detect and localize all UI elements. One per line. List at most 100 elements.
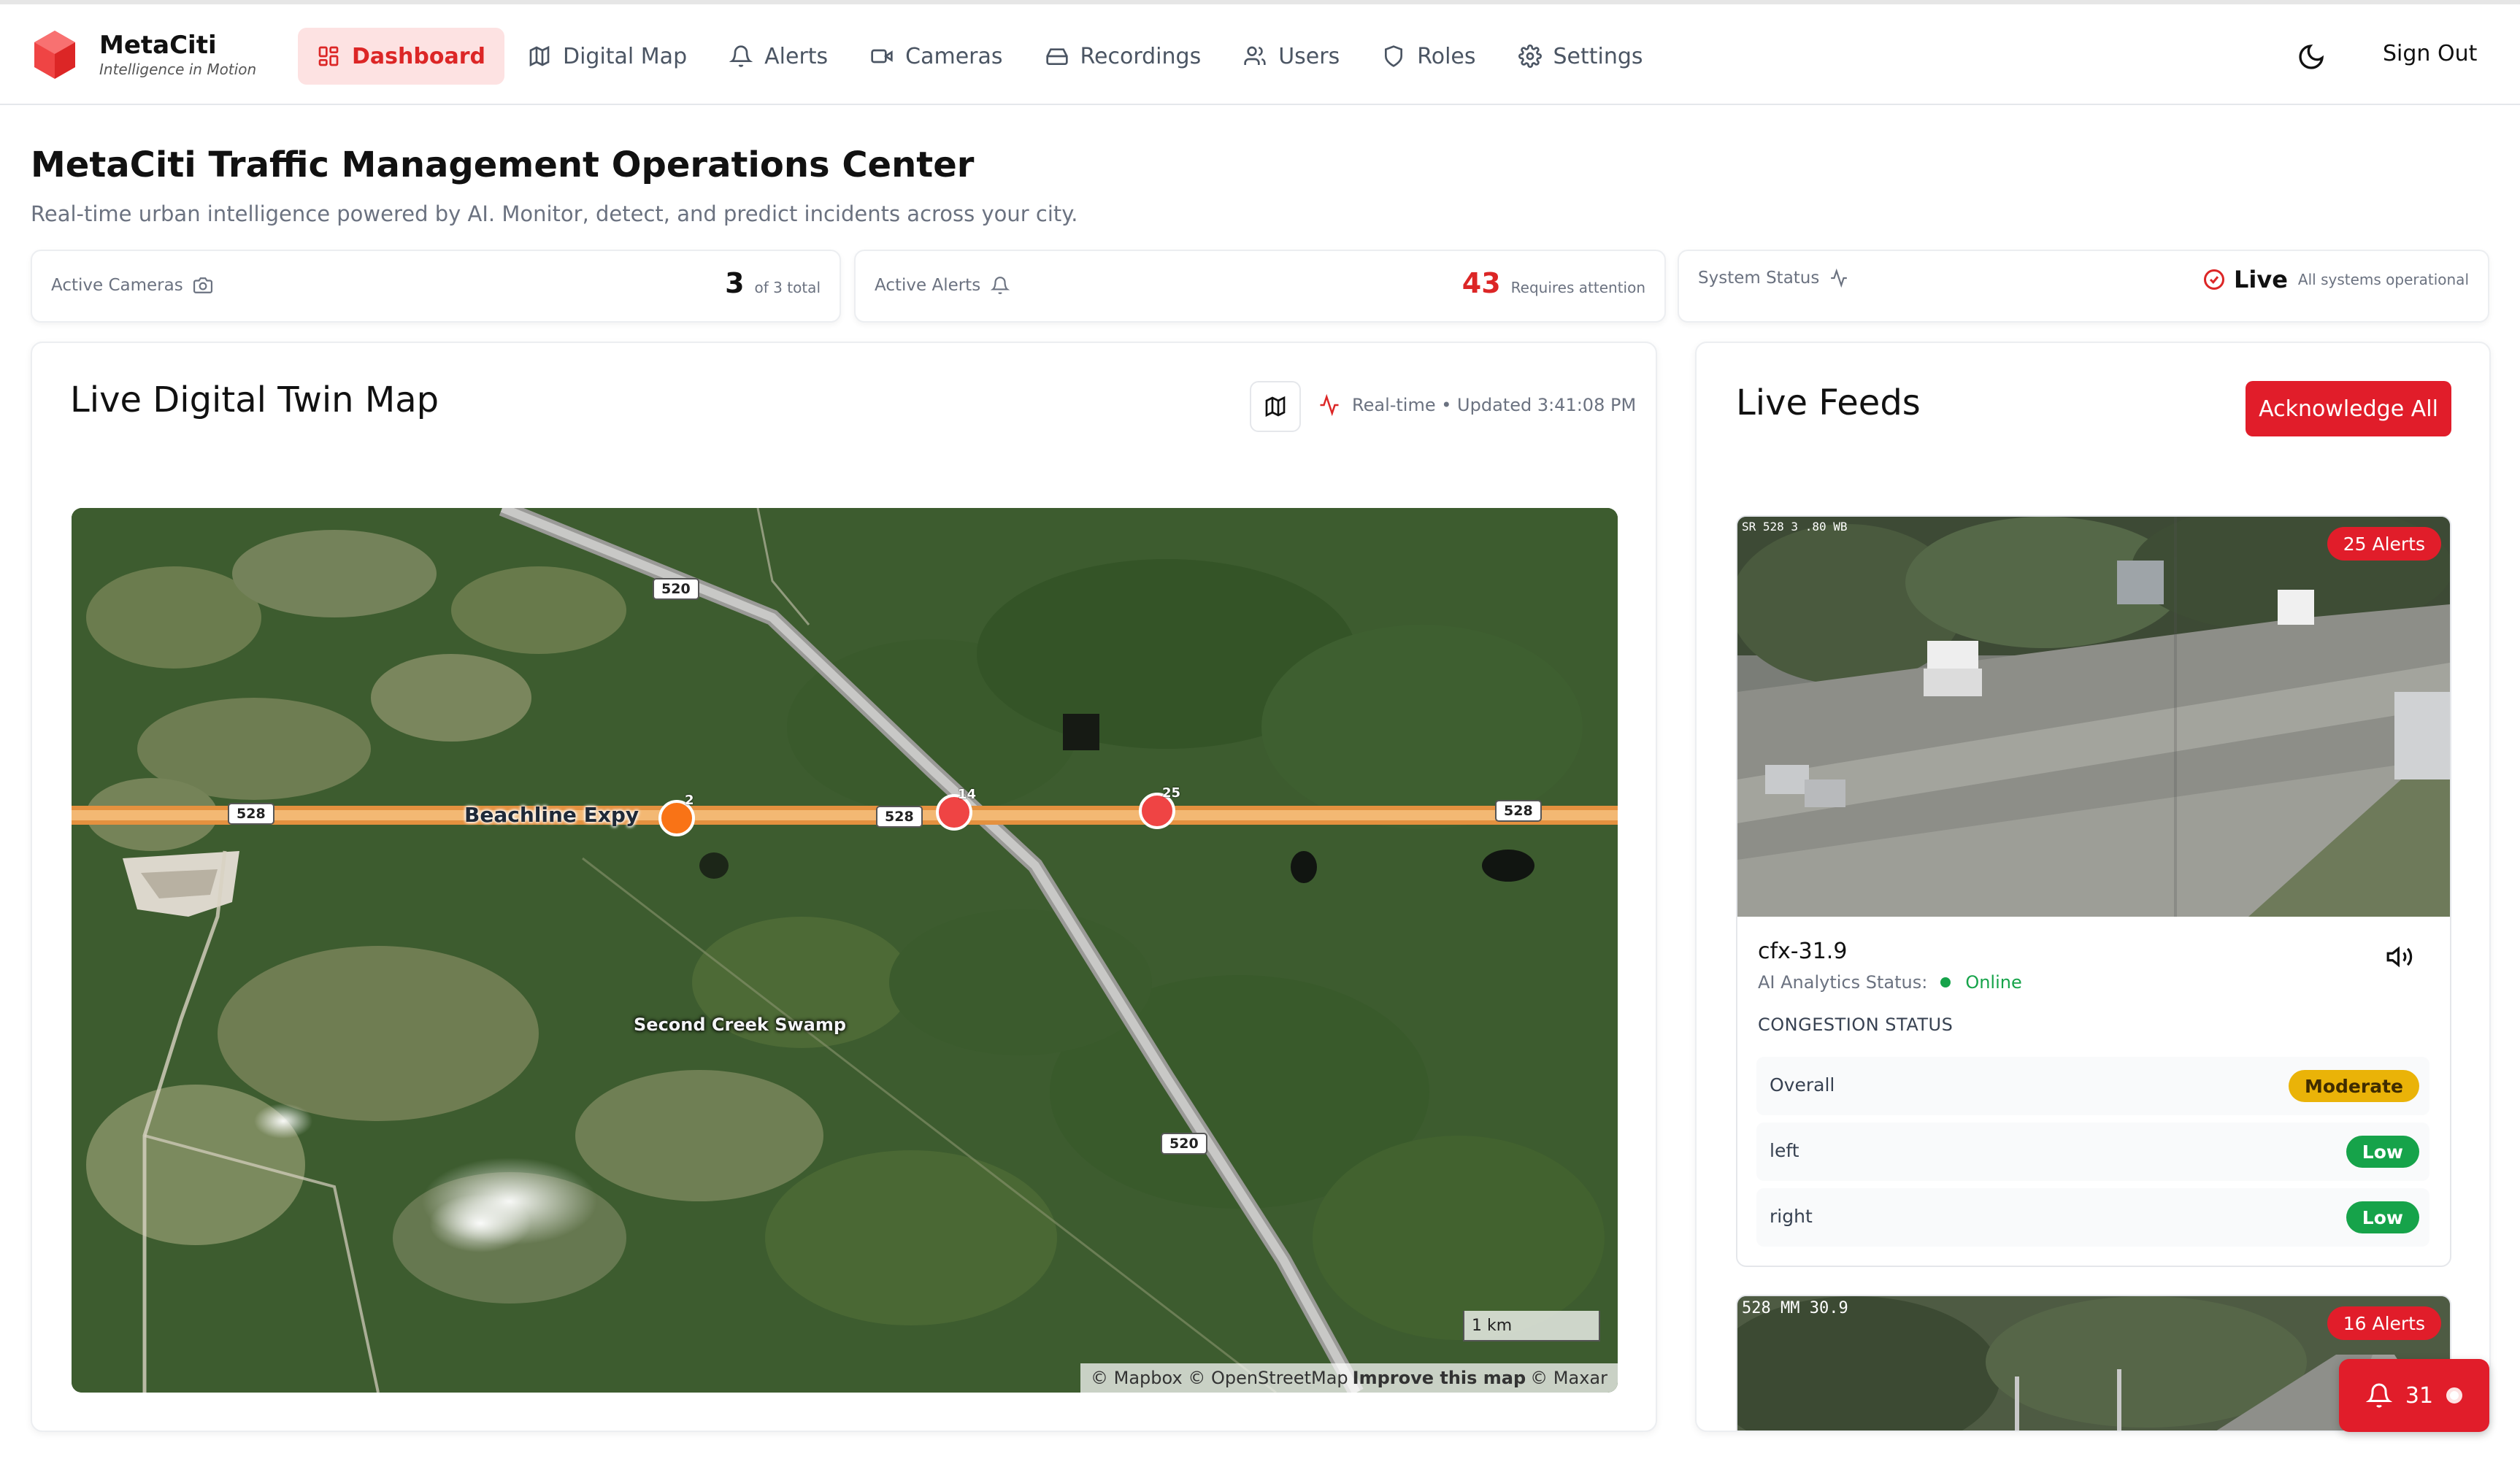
notification-dot: [2446, 1387, 2463, 1404]
congestion-badge: Low: [2346, 1136, 2419, 1168]
route-shield: 520: [1161, 1133, 1207, 1155]
stat-value-group: 43 Requires attention: [1462, 267, 1645, 299]
camera-video[interactable]: SR 528 3 .80 WB 25 Alerts: [1737, 517, 2450, 917]
place-label: Second Creek Swamp: [634, 1014, 847, 1035]
stat-system-status: System Status Live All systems operation…: [1678, 250, 2489, 323]
nav-alerts[interactable]: Alerts: [710, 28, 847, 85]
map-attribution: © Mapbox © OpenStreetMap Improve this ma…: [1080, 1363, 1618, 1393]
route-shield: 520: [653, 578, 699, 600]
notifications-button[interactable]: 31: [2339, 1359, 2489, 1432]
main-nav: Dashboard Digital Map Alerts Cameras Rec…: [298, 28, 1667, 85]
hard-drive-icon: [1045, 48, 1068, 65]
attribution-maxar[interactable]: © Maxar: [1530, 1368, 1607, 1388]
camera-overlay-text: 528 MM 30.9: [1742, 1299, 1848, 1317]
stat-value: 3: [725, 267, 745, 299]
bell-icon: [2365, 1383, 2392, 1408]
camera-icon: [193, 277, 212, 293]
satellite-map[interactable]: 520 528 528 528 520 Beachline Expy Secon…: [72, 508, 1618, 1393]
acknowledge-all-button[interactable]: Acknowledge All: [2246, 381, 2451, 436]
stat-label-text: Active Alerts: [875, 276, 981, 295]
road-label: Beachline Expy: [464, 803, 639, 827]
map-title: Live Digital Twin Map: [70, 380, 439, 420]
nav-dashboard[interactable]: Dashboard: [298, 28, 504, 85]
stat-value: Live: [2234, 266, 2288, 293]
nav-label: Cameras: [905, 43, 1003, 69]
nav-label: Dashboard: [352, 43, 485, 69]
nav-recordings[interactable]: Recordings: [1026, 28, 1221, 85]
nav-digital-map[interactable]: Digital Map: [509, 28, 706, 85]
bell-icon: [991, 277, 1010, 294]
map-icon: [529, 45, 550, 67]
sign-out-button[interactable]: Sign Out: [2383, 41, 2477, 66]
nav-settings[interactable]: Settings: [1499, 28, 1662, 85]
satellite-terrain: [72, 508, 1618, 1393]
camera-feed-card[interactable]: SR 528 3 .80 WB 25 Alerts cfx-31.9 AI An…: [1736, 515, 2451, 1267]
map-style-toggle-button[interactable]: [1250, 381, 1301, 432]
attribution-mapbox[interactable]: © Mapbox: [1091, 1368, 1183, 1388]
moon-icon[interactable]: [2297, 42, 2326, 72]
notification-count: 31: [2405, 1382, 2434, 1409]
attribution-osm[interactable]: © OpenStreetMap: [1188, 1368, 1348, 1388]
users-icon: [1244, 46, 1266, 65]
page-title: MetaCiti Traffic Management Operations C…: [31, 145, 975, 185]
stat-label: Active Cameras: [51, 276, 212, 295]
stat-label-text: System Status: [1698, 269, 1820, 288]
nav-users[interactable]: Users: [1224, 28, 1359, 85]
stat-value-group: Live All systems operational: [2203, 266, 2469, 293]
highway-scene: [1737, 517, 2450, 917]
live-feeds-title: Live Feeds: [1736, 382, 1921, 423]
dashboard-icon: [318, 46, 339, 66]
map-icon: [1265, 396, 1286, 417]
marker-count: 2: [685, 793, 694, 808]
camera-name: cfx-31.9: [1758, 939, 1848, 964]
route-shield: 528: [876, 806, 923, 828]
nav-cameras[interactable]: Cameras: [851, 28, 1021, 85]
nav-label: Alerts: [764, 43, 829, 69]
metaciti-logo-icon: [34, 31, 75, 79]
check-circle-icon: [2204, 269, 2224, 290]
alert-count-badge[interactable]: 16 Alerts: [2327, 1306, 2441, 1340]
route-shield: 528: [1495, 800, 1542, 822]
analytics-label: AI Analytics Status:: [1758, 972, 1928, 993]
stat-label: System Status: [1698, 269, 1848, 288]
live-feeds-card: Live Feeds Acknowledge All SR 528 3 .80 …: [1695, 342, 2491, 1432]
congestion-label: Overall: [1770, 1074, 1835, 1096]
gear-icon: [1518, 45, 1542, 68]
nav-label: Roles: [1417, 43, 1476, 69]
improve-map-link[interactable]: Improve this map: [1353, 1368, 1526, 1388]
nav-roles[interactable]: Roles: [1363, 28, 1494, 85]
stat-sub: All systems operational: [2297, 271, 2469, 288]
marker-count: 14: [958, 787, 977, 802]
stat-label-text: Active Cameras: [51, 276, 183, 295]
nav-label: Users: [1278, 43, 1340, 69]
camera-overlay-text: SR 528 3 .80 WB: [1742, 520, 1848, 534]
stat-active-cameras: Active Cameras 3 of 3 total: [31, 250, 841, 323]
activity-icon: [1320, 394, 1339, 416]
stat-sub: Requires attention: [1510, 279, 1645, 296]
nav-label: Recordings: [1080, 43, 1202, 69]
stat-label: Active Alerts: [875, 276, 1010, 295]
congestion-badge: Moderate: [2288, 1070, 2419, 1102]
digital-twin-map-card: Live Digital Twin Map Real-time • Update…: [31, 342, 1657, 1432]
brand[interactable]: MetaCiti Intelligence in Motion: [32, 29, 256, 80]
route-shield: 528: [228, 803, 274, 825]
map-scale: 1 km: [1463, 1311, 1600, 1341]
nav-label: Digital Map: [562, 43, 688, 69]
video-icon: [871, 49, 893, 63]
congestion-label: right: [1770, 1206, 1813, 1227]
stat-sub: of 3 total: [754, 279, 821, 296]
congestion-row: right Low: [1756, 1188, 2429, 1247]
congestion-row: Overall Moderate: [1756, 1057, 2429, 1115]
brand-tagline: Intelligence in Motion: [99, 61, 257, 78]
stat-value-group: 3 of 3 total: [725, 267, 821, 299]
alert-count-badge[interactable]: 25 Alerts: [2327, 527, 2441, 561]
page-subtitle: Real-time urban intelligence powered by …: [31, 201, 1078, 226]
speaker-icon[interactable]: [2386, 943, 2413, 971]
congestion-row: left Low: [1756, 1123, 2429, 1181]
shield-icon: [1385, 45, 1403, 67]
bell-icon: [729, 45, 753, 67]
congestion-badge: Low: [2346, 1201, 2419, 1233]
congestion-title: CONGESTION STATUS: [1758, 1014, 1954, 1035]
stat-value: 43: [1461, 267, 1501, 299]
status-dot: [1940, 977, 1951, 987]
